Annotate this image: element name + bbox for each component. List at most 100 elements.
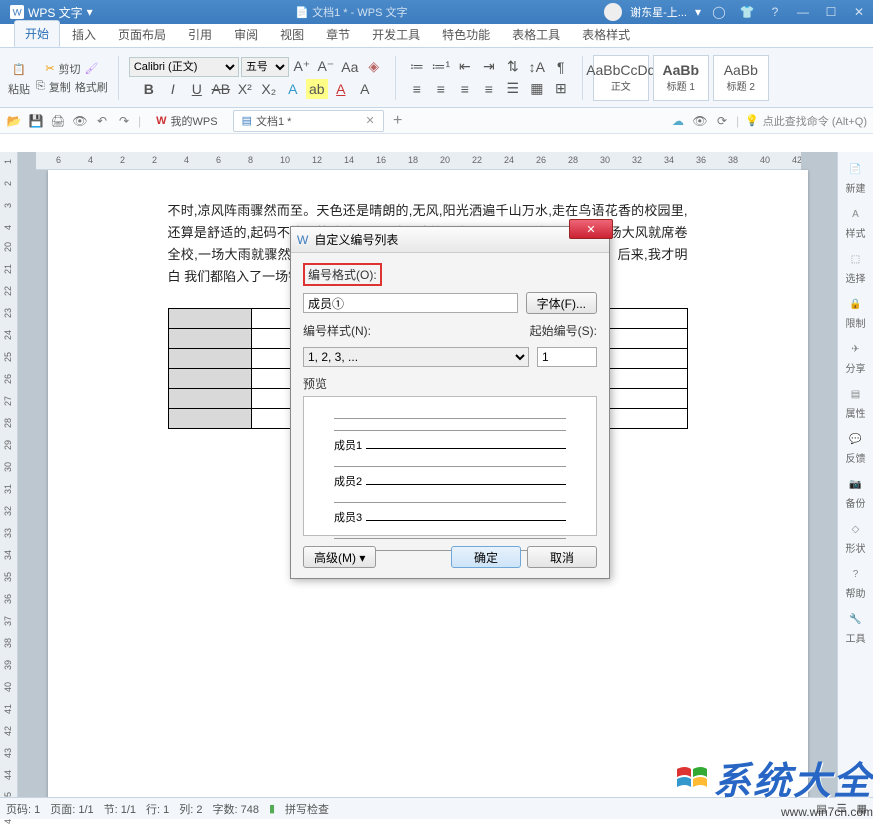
status-spellcheck[interactable]: 拼写检查 — [285, 801, 329, 817]
strikethrough-button[interactable]: AB — [210, 79, 232, 99]
app-menu[interactable]: W WPS 文字▾ — [4, 4, 99, 21]
underline-button[interactable]: U — [186, 79, 208, 99]
font-size-select[interactable]: 五号 — [241, 57, 289, 77]
tab-start[interactable]: 开始 — [14, 20, 60, 47]
side-属性[interactable]: ▤属性 — [846, 385, 866, 420]
mywps-tab[interactable]: W 我的WPS — [147, 110, 226, 132]
side-新建[interactable]: 📄新建 — [846, 160, 866, 195]
start-number-input[interactable] — [537, 347, 597, 367]
align-center-button[interactable]: ≡ — [430, 79, 452, 99]
formatpainter-icon[interactable]: 🖌 — [85, 62, 99, 75]
align-left-button[interactable]: ≡ — [406, 79, 428, 99]
numbering-style-select[interactable]: 1, 2, 3, ... — [303, 347, 529, 367]
superscript-button[interactable]: X² — [234, 79, 256, 99]
tab-table-tools[interactable]: 表格工具 — [502, 22, 570, 47]
side-形状[interactable]: ◇形状 — [846, 520, 866, 555]
copy-button[interactable]: 复制 — [49, 79, 71, 95]
minimize-button[interactable]: — — [793, 4, 813, 20]
print-icon[interactable]: 🖨 — [50, 113, 66, 129]
tab-table-style[interactable]: 表格样式 — [572, 22, 640, 47]
vertical-ruler[interactable]: 1234202122232425262728293031323334353637… — [0, 152, 18, 797]
bold-button[interactable]: B — [138, 79, 160, 99]
bullets-button[interactable]: ≔ — [406, 57, 428, 77]
shirt-icon[interactable]: 👕 — [737, 4, 757, 20]
text-effect-button[interactable]: A — [282, 79, 304, 99]
status-words[interactable]: 字数: 748 — [213, 801, 259, 817]
save-icon[interactable]: 💾 — [28, 113, 44, 129]
side-备份[interactable]: 📷备份 — [846, 475, 866, 510]
ok-button[interactable]: 确定 — [451, 546, 521, 568]
view-outline-icon[interactable]: ☰ — [837, 802, 847, 815]
cut-icon[interactable]: ✂ — [45, 62, 54, 75]
font-color-button[interactable]: A — [330, 79, 352, 99]
side-工具[interactable]: 🔧工具 — [846, 610, 866, 645]
side-反馈[interactable]: 💬反馈 — [846, 430, 866, 465]
status-pages[interactable]: 页面: 1/1 — [50, 801, 93, 817]
distribute-button[interactable]: ☰ — [502, 79, 524, 99]
document-tab[interactable]: ▤ 文档1 * ✕ — [233, 110, 384, 132]
browser-icon[interactable]: ◯ — [709, 4, 729, 20]
view-web-icon[interactable]: ▦ — [857, 802, 867, 815]
maximize-button[interactable]: ☐ — [821, 4, 841, 20]
tab-features[interactable]: 特色功能 — [432, 22, 500, 47]
paste-button[interactable]: 📋 粘贴 — [8, 58, 30, 97]
side-样式[interactable]: A样式 — [846, 205, 866, 240]
close-button[interactable]: ✕ — [849, 4, 869, 20]
undo-icon[interactable]: ↶ — [94, 113, 110, 129]
status-page-num[interactable]: 页码: 1 — [6, 801, 40, 817]
italic-button[interactable]: I — [162, 79, 184, 99]
copy-icon[interactable]: ⎘ — [36, 80, 45, 93]
dialog-close-button[interactable]: ✕ — [569, 219, 613, 239]
side-限制[interactable]: 🔒限制 — [846, 295, 866, 330]
tab-layout[interactable]: 页面布局 — [108, 22, 176, 47]
line-spacing-button[interactable]: ⇅ — [502, 57, 524, 77]
status-section[interactable]: 节: 1/1 — [104, 801, 136, 817]
align-right-button[interactable]: ≡ — [454, 79, 476, 99]
numbering-button[interactable]: ≔¹ — [430, 57, 452, 77]
dialog-titlebar[interactable]: W 自定义编号列表 ✕ — [291, 227, 609, 253]
shrink-font-button[interactable]: A⁻ — [315, 57, 337, 77]
sort-button[interactable]: ↕A — [526, 57, 548, 77]
font-button[interactable]: 字体(F)... — [526, 292, 597, 314]
tab-view[interactable]: 视图 — [270, 22, 314, 47]
align-justify-button[interactable]: ≡ — [478, 79, 500, 99]
side-分享[interactable]: ✈分享 — [846, 340, 866, 375]
show-marks-button[interactable]: ¶ — [550, 57, 572, 77]
style-heading2[interactable]: AaBb标题 2 — [713, 55, 769, 101]
eye-icon[interactable]: 👁 — [692, 113, 708, 129]
shading-button[interactable]: ▦ — [526, 79, 548, 99]
search-command[interactable]: 💡 点此查找命令 (Alt+Q) — [745, 113, 867, 129]
new-tab-button[interactable]: + — [390, 113, 406, 129]
cloud-icon[interactable]: ☁ — [670, 113, 686, 129]
open-icon[interactable]: 📂 — [6, 113, 22, 129]
cut-button[interactable]: 剪切 — [59, 61, 81, 77]
sync-icon[interactable]: ⟳ — [714, 113, 730, 129]
help-icon[interactable]: ? — [765, 4, 785, 20]
format-input[interactable] — [303, 293, 518, 313]
font-family-select[interactable]: Calibri (正文) — [129, 57, 239, 77]
advanced-button[interactable]: 高级(M) ▾ — [303, 546, 376, 568]
char-shading-button[interactable]: A — [354, 79, 376, 99]
redo-icon[interactable]: ↷ — [116, 113, 132, 129]
style-heading1[interactable]: AaBb标题 1 — [653, 55, 709, 101]
cancel-button[interactable]: 取消 — [527, 546, 597, 568]
view-print-icon[interactable]: ▤ — [816, 802, 826, 815]
decrease-indent-button[interactable]: ⇤ — [454, 57, 476, 77]
close-tab-icon[interactable]: ✕ — [365, 114, 374, 127]
chevron-down-icon[interactable]: ▾ — [695, 5, 701, 19]
tab-chapter[interactable]: 章节 — [316, 22, 360, 47]
borders-button[interactable]: ⊞ — [550, 79, 572, 99]
grow-font-button[interactable]: A⁺ — [291, 57, 313, 77]
user-name[interactable]: 谢东星-上... — [630, 4, 687, 20]
tab-insert[interactable]: 插入 — [62, 22, 106, 47]
highlight-button[interactable]: ab — [306, 79, 328, 99]
formatpainter-button[interactable]: 格式刷 — [75, 79, 108, 95]
status-col[interactable]: 列: 2 — [179, 801, 202, 817]
clear-format-button[interactable]: ◈ — [363, 57, 385, 77]
tab-references[interactable]: 引用 — [178, 22, 222, 47]
preview-icon[interactable]: 👁 — [72, 113, 88, 129]
tab-developer[interactable]: 开发工具 — [362, 22, 430, 47]
horizontal-ruler[interactable]: 6422468101214161820222426283032343638404… — [36, 152, 801, 170]
side-选择[interactable]: ⬚选择 — [846, 250, 866, 285]
subscript-button[interactable]: X₂ — [258, 79, 280, 99]
